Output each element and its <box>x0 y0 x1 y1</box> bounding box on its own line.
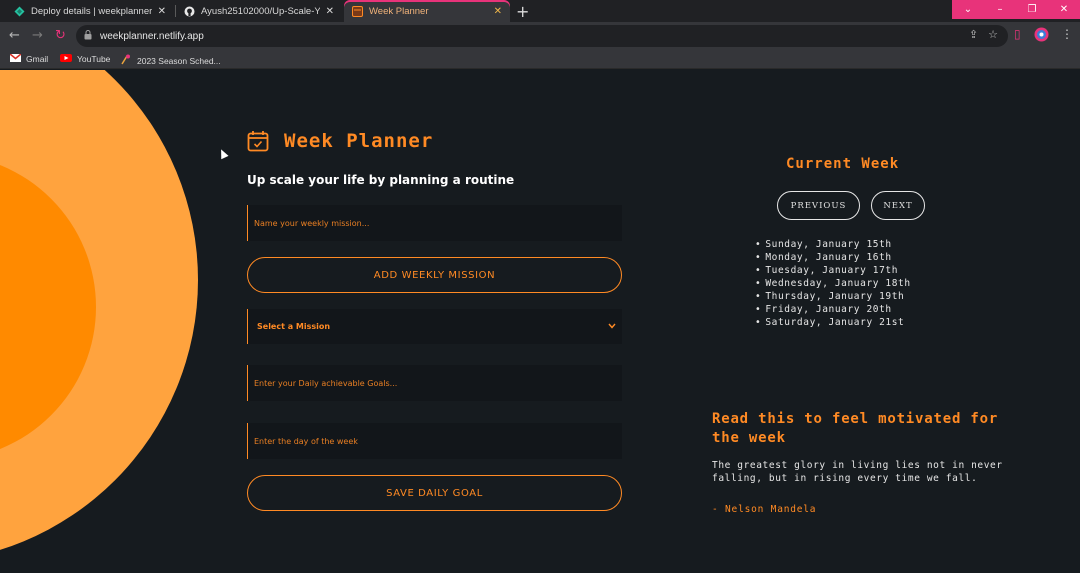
mission-select[interactable]: Select a Mission <box>247 309 622 344</box>
gmail-icon <box>9 53 22 64</box>
quote-author: - Nelson Mandela <box>712 504 817 515</box>
tab-deploy-details[interactable]: Deploy details | weekplanner ✕ <box>6 0 174 22</box>
tab-strip: Deploy details | weekplanner ✕ Ayush2510… <box>0 0 1080 22</box>
kebab-menu-icon[interactable]: ⋮ <box>1061 27 1073 41</box>
bookmark-youtube[interactable]: YouTube <box>60 54 110 64</box>
bookmark-season-schedule[interactable]: 2023 Season Sched... <box>121 54 221 67</box>
bookmark-gmail[interactable]: Gmail <box>9 53 49 64</box>
youtube-icon <box>60 54 72 64</box>
tab-title: Deploy details | weekplanner <box>31 5 152 17</box>
motivation-title: Read this to feel motivated for the week <box>712 411 999 446</box>
tab-title: Week Planner <box>369 5 429 17</box>
list-item: Monday, January 16th <box>755 251 911 264</box>
close-window-icon[interactable]: ✕ <box>1048 0 1080 19</box>
bookmark-label: Gmail <box>26 54 49 64</box>
page-title: Week Planner <box>284 130 434 152</box>
address-bar[interactable]: weekplanner.netlify.app ⇪ ☆ <box>76 25 1008 47</box>
new-tab-button[interactable]: + <box>516 2 529 21</box>
chevron-down-icon <box>608 322 616 332</box>
bookmark-label: YouTube <box>77 54 111 64</box>
list-item: Friday, January 20th <box>755 303 911 316</box>
calendar-check-icon <box>247 130 269 152</box>
share-icon[interactable]: ⇪ <box>969 28 978 41</box>
back-arrow-icon[interactable]: ← <box>9 28 20 43</box>
previous-week-button[interactable]: PREVIOUS <box>777 191 860 220</box>
close-tab-icon[interactable]: ✕ <box>158 6 166 17</box>
minimize-icon[interactable]: – <box>984 0 1016 19</box>
close-tab-icon[interactable]: ✕ <box>326 6 334 17</box>
daily-goal-input[interactable] <box>254 378 622 388</box>
list-item: Tuesday, January 17th <box>755 264 911 277</box>
calendar-favicon <box>352 5 363 17</box>
list-item: Saturday, January 21st <box>755 316 911 329</box>
day-of-week-input[interactable] <box>254 436 622 446</box>
bookmarks-bar: Gmail YouTube 2023 Season Sched... <box>0 50 1080 69</box>
address-toolbar: ← → ↻ weekplanner.netlify.app ⇪ ☆ ▯ ⋮ <box>0 22 1080 50</box>
star-icon[interactable]: ☆ <box>988 28 998 41</box>
tab-github[interactable]: Ayush25102000/Up-Scale-Your-l ✕ <box>176 0 342 22</box>
list-item: Wednesday, January 18th <box>755 277 911 290</box>
bookmark-page-icon <box>121 54 132 67</box>
tab-week-planner[interactable]: Week Planner ✕ <box>344 0 510 22</box>
bookmark-label: 2023 Season Sched... <box>137 55 221 66</box>
tab-title: Ayush25102000/Up-Scale-Your-l <box>201 5 320 17</box>
mission-input-field[interactable] <box>247 205 622 241</box>
netlify-icon <box>14 6 25 17</box>
tagline: Up scale your life by planning a routine <box>247 173 515 187</box>
maximize-icon[interactable]: ❐ <box>1016 0 1048 19</box>
lock-icon <box>84 29 96 43</box>
current-week-title: Current Week <box>786 156 900 172</box>
motivational-quote: The greatest glory in living lies not in… <box>712 460 1003 484</box>
chevron-down-icon[interactable]: ⌄ <box>952 0 984 19</box>
save-daily-goal-button[interactable]: SAVE DAILY GOAL <box>247 475 622 511</box>
list-item: Thursday, January 19th <box>755 290 911 303</box>
page-viewport: Week Planner Up scale your life by plann… <box>0 70 1080 573</box>
week-days-list: Sunday, January 15th Monday, January 16t… <box>755 238 911 329</box>
day-input-field[interactable] <box>247 423 622 459</box>
github-icon <box>184 6 195 17</box>
close-tab-icon[interactable]: ✕ <box>494 6 502 17</box>
profile-avatar[interactable] <box>1034 27 1049 45</box>
add-weekly-mission-button[interactable]: ADD WEEKLY MISSION <box>247 257 622 293</box>
mission-input[interactable] <box>254 218 622 228</box>
url-text: weekplanner.netlify.app <box>100 30 204 42</box>
daily-goal-input-field[interactable] <box>247 365 622 401</box>
mission-select-value: Select a Mission <box>257 322 331 331</box>
forward-arrow-icon[interactable]: → <box>32 28 43 43</box>
app-header: Week Planner <box>247 130 433 152</box>
mouse-cursor-icon <box>217 147 229 160</box>
sidebar-icon[interactable]: ▯ <box>1014 27 1021 41</box>
reload-icon[interactable]: ↻ <box>55 28 66 43</box>
next-week-button[interactable]: NEXT <box>871 191 925 220</box>
list-item: Sunday, January 15th <box>755 238 911 251</box>
